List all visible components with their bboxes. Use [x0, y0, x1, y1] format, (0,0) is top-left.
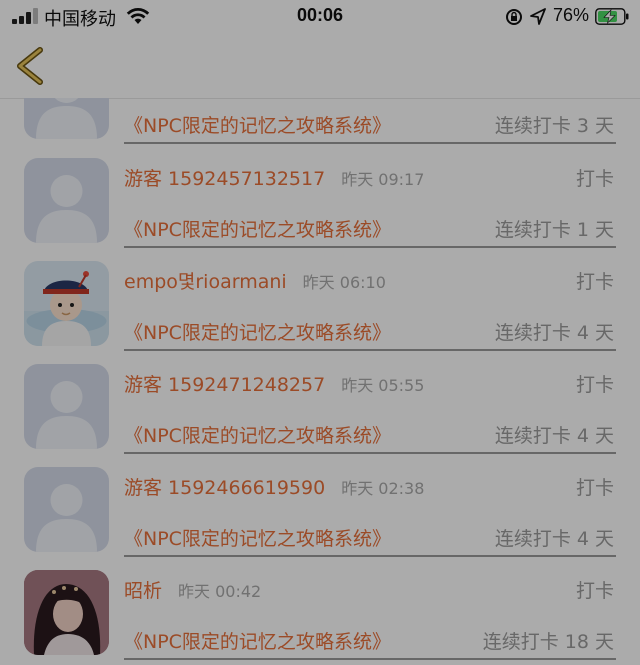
list-item[interactable]: 《NPC限定的记忆之攻略系统》 连续打卡 3 天: [0, 98, 640, 150]
default-avatar-icon[interactable]: [24, 364, 109, 449]
list-item[interactable]: empo몇rioarmani 昨天 06:10 打卡 《NPC限定的记忆之攻略系统…: [0, 254, 640, 357]
divider: [124, 142, 616, 144]
book-title[interactable]: 《NPC限定的记忆之攻略系统》: [124, 627, 391, 654]
divider: [124, 246, 616, 248]
checkin-label: 打卡: [575, 271, 614, 293]
checkin-label: 打卡: [575, 580, 614, 602]
streak-count: 连续打卡 4 天: [494, 322, 614, 344]
book-title[interactable]: 《NPC限定的记忆之攻略系统》: [124, 215, 391, 242]
checkin-list: 《NPC限定的记忆之攻略系统》 连续打卡 3 天 游客 159245713251…: [0, 98, 640, 665]
user-name[interactable]: 游客 1592466619590 昨天 02:38: [124, 473, 424, 500]
streak-count: 连续打卡 3 天: [494, 115, 614, 137]
user-name[interactable]: 游客 1592471248257 昨天 05:55: [124, 370, 424, 397]
streak-count: 连续打卡 18 天: [482, 631, 614, 653]
checkin-time: 昨天 05:55: [341, 376, 425, 395]
checkin-time: 昨天 02:38: [341, 479, 425, 498]
user-name[interactable]: 游客 1592457132517 昨天 09:17: [124, 164, 424, 191]
book-title[interactable]: 《NPC限定的记忆之攻略系统》: [124, 524, 391, 551]
checkin-label: 打卡: [575, 168, 614, 190]
streak-count: 连续打卡 4 天: [494, 425, 614, 447]
user-name[interactable]: 昭析 昨天 00:42: [124, 576, 261, 603]
status-bar: 中国移动 00:06 76%: [0, 0, 640, 32]
divider: [124, 452, 616, 454]
rotation-lock-icon: [506, 9, 522, 25]
list-item[interactable]: 昭析 昨天 00:42 打卡 《NPC限定的记忆之攻略系统》 连续打卡 18 天: [0, 563, 640, 665]
battery-charging-icon: [595, 8, 629, 25]
checkin-time: 昨天 06:10: [302, 273, 386, 292]
book-title[interactable]: 《NPC限定的记忆之攻略系统》: [124, 421, 391, 448]
divider: [124, 658, 616, 660]
location-icon: [530, 8, 546, 25]
default-avatar-icon[interactable]: [24, 98, 109, 139]
cartoon-avatar-icon[interactable]: [24, 261, 109, 346]
list-item[interactable]: 游客 1592466619590 昨天 02:38 打卡 《NPC限定的记忆之攻略…: [0, 460, 640, 563]
book-title[interactable]: 《NPC限定的记忆之攻略系统》: [124, 318, 391, 345]
divider: [124, 555, 616, 557]
user-name[interactable]: empo몇rioarmani 昨天 06:10: [124, 267, 386, 294]
chevron-left-icon[interactable]: [10, 46, 50, 86]
checkin-time: 昨天 00:42: [178, 582, 262, 601]
divider: [124, 349, 616, 351]
nav-bar: [0, 32, 640, 99]
checkin-label: 打卡: [575, 374, 614, 396]
checkin-time: 昨天 09:17: [341, 170, 425, 189]
checkin-label: 打卡: [575, 477, 614, 499]
streak-count: 连续打卡 1 天: [494, 219, 614, 241]
default-avatar-icon[interactable]: [24, 467, 109, 552]
battery-percent: 76%: [553, 5, 590, 25]
list-item[interactable]: 游客 1592457132517 昨天 09:17 打卡 《NPC限定的记忆之攻略…: [0, 151, 640, 254]
default-avatar-icon[interactable]: [24, 158, 109, 243]
streak-count: 连续打卡 4 天: [494, 528, 614, 550]
photo-avatar-icon[interactable]: [24, 570, 109, 655]
list-item[interactable]: 游客 1592471248257 昨天 05:55 打卡 《NPC限定的记忆之攻略…: [0, 357, 640, 460]
book-title[interactable]: 《NPC限定的记忆之攻略系统》: [124, 111, 391, 138]
